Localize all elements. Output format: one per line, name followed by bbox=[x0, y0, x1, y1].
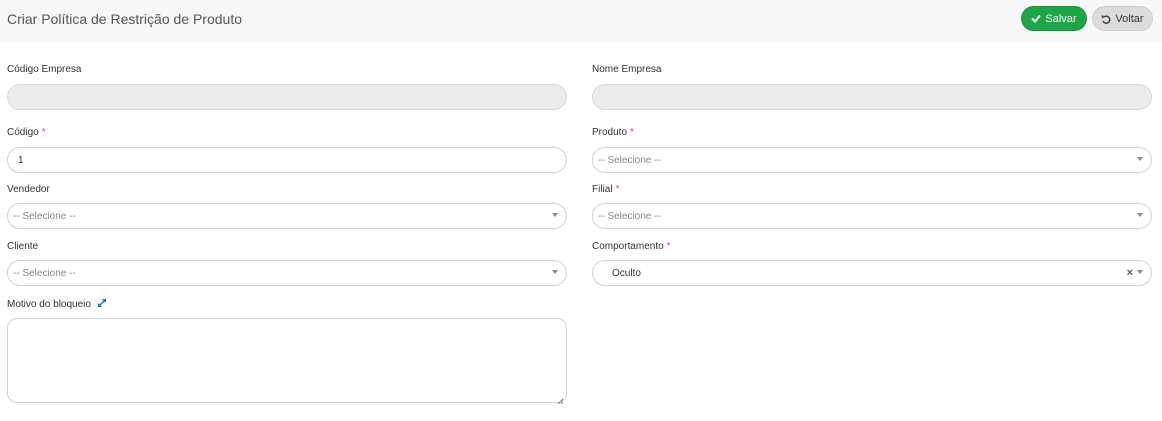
codigo-label: Código * bbox=[7, 127, 46, 138]
nome-empresa-label-text: Nome Empresa bbox=[592, 64, 662, 75]
chevron-down-icon bbox=[1137, 270, 1143, 274]
filial-label-text: Filial bbox=[592, 184, 613, 195]
required-mark: * bbox=[615, 184, 620, 195]
expand-icon[interactable] bbox=[97, 298, 107, 311]
back-button[interactable]: Voltar bbox=[1092, 6, 1153, 31]
codigo-input[interactable]: 1 bbox=[7, 147, 567, 173]
save-button[interactable]: Salvar bbox=[1021, 6, 1087, 31]
chevron-down-icon bbox=[552, 213, 558, 217]
produto-select[interactable]: -- Selecione -- bbox=[592, 147, 1152, 173]
undo-icon bbox=[1101, 14, 1111, 24]
motivo-bloqueio-label: Motivo do bloqueio bbox=[7, 298, 107, 311]
comportamento-value: Oculto bbox=[612, 267, 641, 279]
page-header: Criar Política de Restrição de Produto S… bbox=[0, 0, 1162, 43]
resize-handle-icon[interactable] bbox=[556, 392, 564, 405]
check-icon bbox=[1031, 14, 1042, 23]
required-mark: * bbox=[41, 127, 46, 138]
codigo-empresa-label: Código Empresa bbox=[7, 64, 81, 75]
cliente-label: Cliente bbox=[7, 241, 38, 252]
vendedor-value: -- Selecione -- bbox=[13, 210, 76, 222]
nome-empresa-label: Nome Empresa bbox=[592, 64, 661, 75]
filial-label: Filial * bbox=[592, 184, 619, 195]
produto-value: -- Selecione -- bbox=[598, 154, 661, 166]
cliente-select[interactable]: -- Selecione -- bbox=[7, 260, 567, 286]
chevron-down-icon bbox=[552, 270, 558, 274]
chevron-down-icon bbox=[1137, 157, 1143, 161]
filial-select[interactable]: -- Selecione -- bbox=[592, 203, 1152, 229]
nome-empresa-field bbox=[592, 84, 1152, 110]
filial-value: -- Selecione -- bbox=[598, 210, 661, 222]
required-mark: * bbox=[630, 127, 634, 138]
vendedor-label: Vendedor bbox=[7, 184, 50, 195]
page-title: Criar Política de Restrição de Produto bbox=[7, 11, 242, 27]
produto-label: Produto * bbox=[592, 127, 634, 138]
save-button-label: Salvar bbox=[1045, 12, 1077, 25]
codigo-label-text: Código bbox=[7, 127, 39, 138]
clear-icon[interactable]: × bbox=[1127, 267, 1133, 279]
cliente-label-text: Cliente bbox=[7, 241, 39, 252]
comportamento-label: Comportamento * bbox=[592, 241, 671, 252]
required-mark: * bbox=[666, 241, 671, 252]
motivo-bloqueio-label-text: Motivo do bloqueio bbox=[7, 299, 91, 310]
codigo-empresa-field bbox=[7, 84, 567, 110]
produto-label-text: Produto bbox=[592, 127, 628, 138]
cliente-value: -- Selecione -- bbox=[13, 267, 76, 279]
back-button-label: Voltar bbox=[1115, 12, 1144, 25]
vendedor-label-text: Vendedor bbox=[7, 184, 50, 195]
chevron-down-icon bbox=[1137, 213, 1143, 217]
vendedor-select[interactable]: -- Selecione -- bbox=[7, 203, 567, 229]
motivo-bloqueio-textarea[interactable] bbox=[7, 318, 567, 405]
comportamento-select[interactable]: Oculto × bbox=[592, 260, 1152, 286]
codigo-empresa-label-text: Código Empresa bbox=[7, 64, 82, 75]
codigo-value: 1 bbox=[18, 154, 24, 166]
comportamento-label-text: Comportamento bbox=[592, 241, 664, 252]
